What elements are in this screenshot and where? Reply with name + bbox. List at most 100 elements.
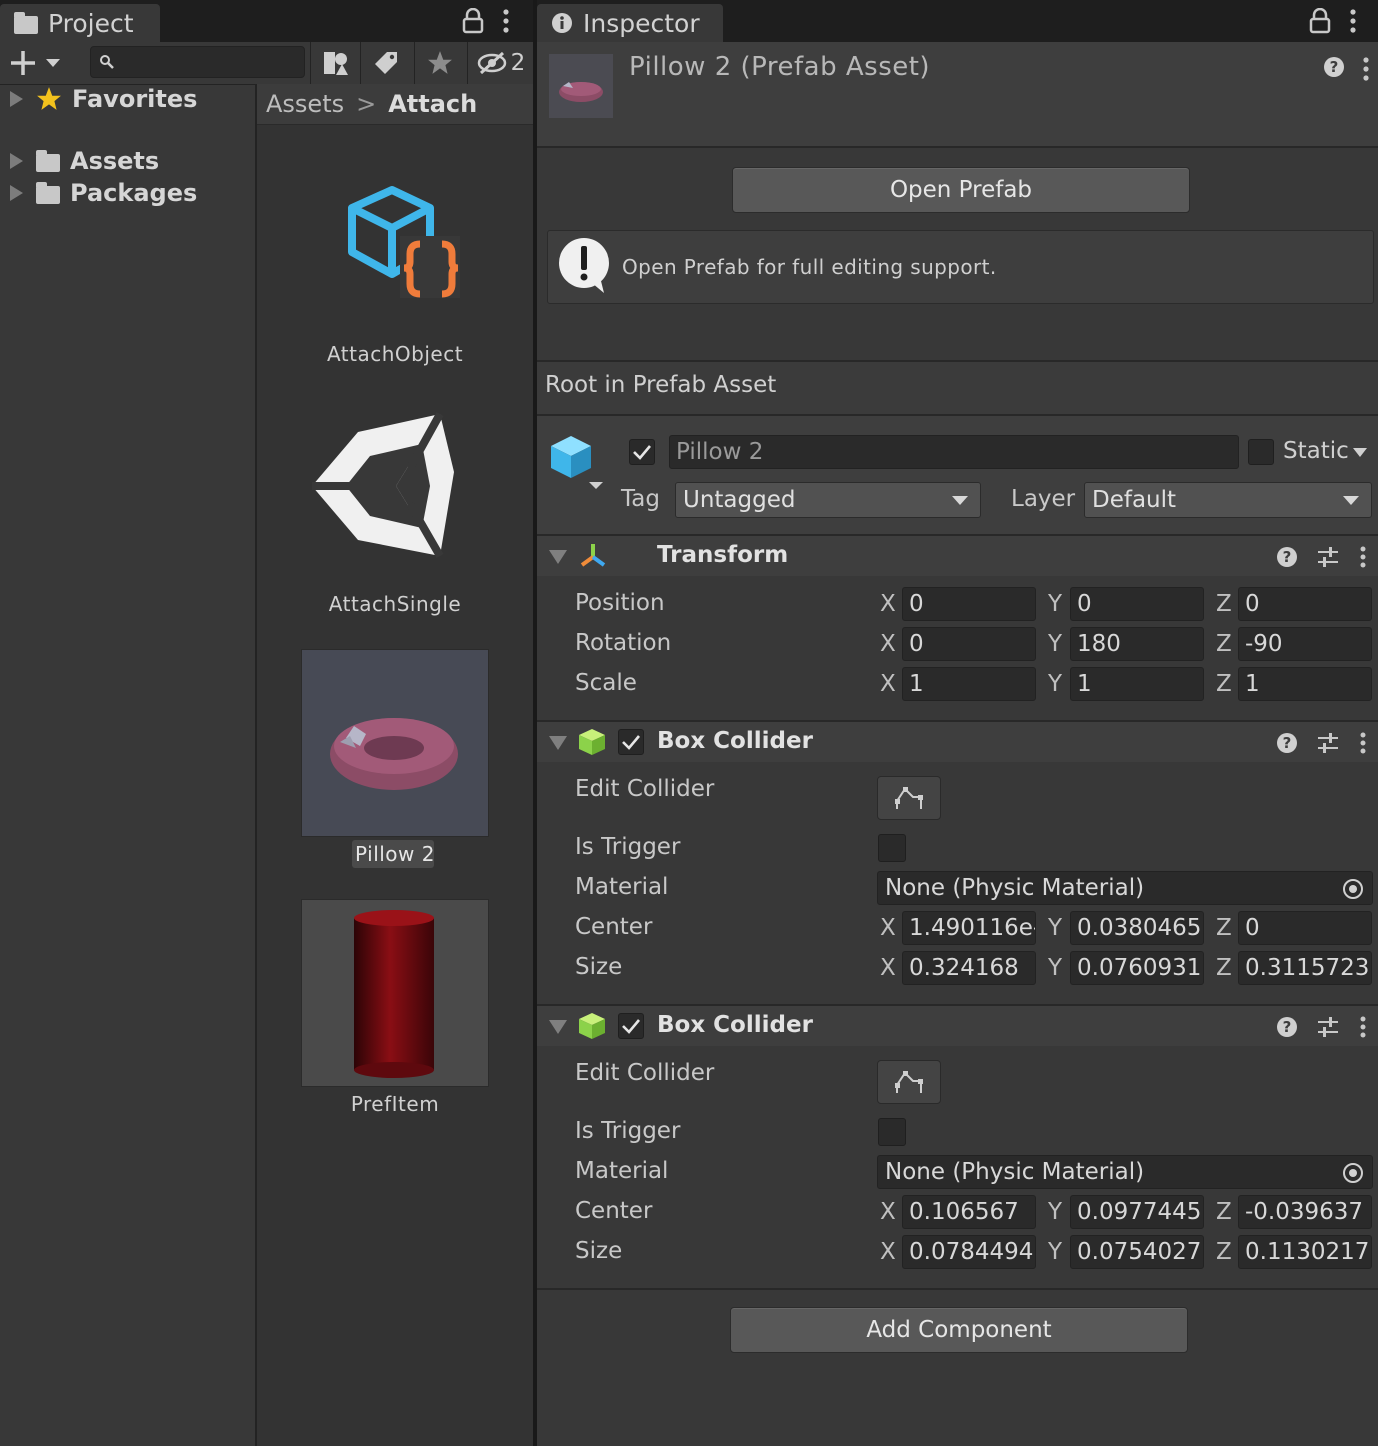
kebab-menu-icon[interactable]	[1347, 8, 1373, 34]
size-label: Size	[575, 1238, 623, 1264]
box-collider-icon	[577, 1011, 607, 1041]
svg-text:?: ?	[1330, 58, 1339, 76]
is-trigger-checkbox[interactable]	[878, 1118, 906, 1146]
expand-arrow-icon[interactable]	[10, 185, 23, 201]
rotation-x-field[interactable]: 0	[902, 627, 1036, 661]
create-button[interactable]	[10, 48, 64, 78]
tree-item-assets[interactable]: Assets	[0, 145, 255, 177]
asset-label[interactable]: AttachSingle	[257, 592, 533, 616]
help-icon[interactable]: ?	[1323, 56, 1345, 78]
static-checkbox[interactable]	[1248, 439, 1274, 465]
lock-icon[interactable]	[1309, 8, 1335, 34]
edit-collider-label: Edit Collider	[575, 1060, 715, 1086]
unity-logo-icon[interactable]	[310, 412, 456, 560]
scale-x-field[interactable]: 1	[902, 667, 1036, 701]
kebab-menu-icon[interactable]	[1358, 731, 1368, 755]
material-field[interactable]: None (Physic Material)	[877, 1155, 1373, 1189]
project-panel: Project 2 Favorites Assets Packages Asse…	[0, 0, 533, 1446]
object-picker-icon[interactable]	[1342, 1162, 1364, 1184]
edit-collider-button[interactable]	[877, 776, 941, 820]
hidden-packages-button[interactable]: 2	[467, 42, 534, 84]
red-cylinder-thumbnail[interactable]	[301, 899, 489, 1087]
tab-project[interactable]: Project	[0, 4, 160, 42]
preset-sliders-icon[interactable]	[1316, 732, 1340, 754]
rotation-z-field[interactable]: -90	[1238, 627, 1372, 661]
kebab-menu-icon[interactable]	[500, 8, 526, 34]
size-x-field[interactable]: 0.324168	[902, 951, 1036, 985]
tag-dropdown[interactable]: Untagged	[675, 482, 981, 518]
position-y-field[interactable]: 0	[1070, 587, 1204, 621]
center-label: Center	[575, 1198, 653, 1224]
script-cube-icon[interactable]	[338, 182, 462, 302]
rotation-y-field[interactable]: 180	[1070, 627, 1204, 661]
size-z-field[interactable]: 0.3115723	[1238, 951, 1372, 985]
add-component-button[interactable]: Add Component	[730, 1307, 1188, 1353]
tab-inspector[interactable]: Inspector	[537, 4, 723, 42]
asset-label[interactable]: Pillow 2	[257, 842, 533, 866]
x-label: X	[880, 631, 896, 657]
favorites-filter-button[interactable]	[414, 42, 465, 84]
gameobject-active-checkbox[interactable]	[629, 439, 655, 465]
search-by-type-button[interactable]	[310, 42, 361, 84]
help-icon[interactable]: ?	[1276, 546, 1298, 568]
object-picker-icon[interactable]	[1342, 878, 1364, 900]
asset-label[interactable]: AttachObject	[257, 342, 533, 366]
gameobject-cube-icon[interactable]	[549, 432, 607, 490]
foldout-arrow-icon[interactable]	[549, 736, 567, 750]
layer-dropdown[interactable]: Default	[1084, 482, 1372, 518]
material-field[interactable]: None (Physic Material)	[877, 871, 1373, 905]
size-z-field[interactable]: 0.1130217	[1238, 1235, 1372, 1269]
box-collider-enabled-checkbox[interactable]	[618, 729, 644, 755]
box-collider-enabled-checkbox[interactable]	[618, 1013, 644, 1039]
edit-bounds-icon	[895, 787, 923, 809]
help-icon[interactable]: ?	[1276, 732, 1298, 754]
breadcrumb-attach[interactable]: Attach	[388, 90, 477, 118]
expand-arrow-icon[interactable]	[10, 153, 23, 169]
breadcrumb-assets[interactable]: Assets	[266, 90, 344, 118]
size-y-field[interactable]: 0.0754027	[1070, 1235, 1204, 1269]
kebab-menu-icon[interactable]	[1358, 545, 1368, 569]
center-x-field[interactable]: 1.490116e-	[902, 911, 1036, 945]
static-dropdown-icon[interactable]	[1353, 448, 1367, 457]
expand-arrow-icon[interactable]	[10, 91, 23, 107]
material-label: Material	[575, 874, 669, 900]
is-trigger-checkbox[interactable]	[878, 834, 906, 862]
asset-title: Pillow 2 (Prefab Asset)	[629, 52, 931, 82]
lock-icon[interactable]	[462, 8, 488, 34]
transform-title: Transform	[657, 542, 789, 568]
search-by-label-button[interactable]	[360, 42, 411, 84]
help-icon[interactable]: ?	[1276, 1016, 1298, 1038]
foldout-arrow-icon[interactable]	[549, 1020, 567, 1034]
gameobject-name-field[interactable]: Pillow 2	[669, 435, 1239, 469]
asset-label[interactable]: PrefItem	[257, 1092, 533, 1116]
x-label: X	[880, 955, 896, 981]
open-prefab-button[interactable]: Open Prefab	[732, 167, 1190, 213]
kebab-menu-icon[interactable]	[1358, 1015, 1368, 1039]
position-x-field[interactable]: 0	[902, 587, 1036, 621]
edit-collider-button[interactable]	[877, 1060, 941, 1104]
static-label[interactable]: Static	[1283, 438, 1349, 464]
tree-item-favorites[interactable]: Favorites	[0, 83, 255, 115]
scale-z-field[interactable]: 1	[1238, 667, 1372, 701]
tree-item-packages[interactable]: Packages	[0, 177, 255, 209]
center-x-field[interactable]: 0.106567	[902, 1195, 1036, 1229]
center-z-field[interactable]: 0	[1238, 911, 1372, 945]
size-x-field[interactable]: 0.0784494	[902, 1235, 1036, 1269]
center-y-field[interactable]: 0.0977445	[1070, 1195, 1204, 1229]
center-z-field[interactable]: -0.039637	[1238, 1195, 1372, 1229]
size-y-field[interactable]: 0.0760931	[1070, 951, 1204, 985]
foldout-arrow-icon[interactable]	[549, 550, 567, 564]
tag-value: Untagged	[683, 487, 796, 513]
preset-sliders-icon[interactable]	[1316, 1016, 1340, 1038]
preset-sliders-icon[interactable]	[1316, 546, 1340, 568]
center-y-field[interactable]: 0.0380465	[1070, 911, 1204, 945]
x-label: X	[880, 671, 896, 697]
search-input[interactable]	[90, 46, 305, 78]
x-label: X	[880, 1239, 896, 1265]
position-z-field[interactable]: 0	[1238, 587, 1372, 621]
kebab-menu-icon[interactable]	[1361, 56, 1371, 82]
svg-text:?: ?	[1283, 1018, 1292, 1036]
scale-y-field[interactable]: 1	[1070, 667, 1204, 701]
pillow-prefab-thumbnail[interactable]	[301, 649, 489, 837]
info-help-box: Open Prefab for full editing support.	[547, 230, 1374, 304]
